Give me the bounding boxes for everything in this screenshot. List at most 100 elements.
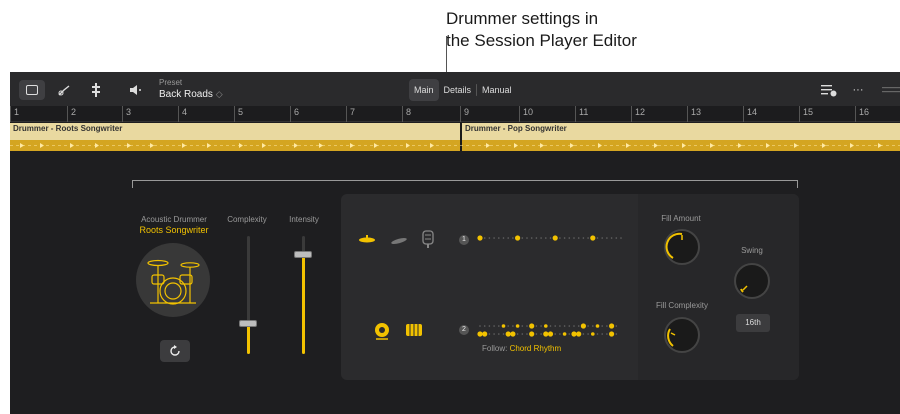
pattern-step[interactable] — [601, 325, 603, 327]
kick-snare-button[interactable] — [372, 320, 392, 345]
pattern-step[interactable] — [512, 325, 514, 327]
pattern-step[interactable] — [535, 237, 538, 239]
pattern-step[interactable] — [577, 237, 580, 239]
pattern-step[interactable] — [493, 333, 495, 335]
pattern-step[interactable] — [526, 325, 528, 327]
drum-kit-image[interactable] — [136, 243, 210, 317]
pattern-step[interactable] — [596, 237, 599, 239]
pattern-step[interactable] — [568, 333, 571, 335]
pattern-step[interactable] — [483, 237, 486, 239]
pattern-step[interactable] — [515, 324, 520, 328]
fill-amount-knob[interactable] — [664, 229, 700, 265]
pattern-step[interactable] — [521, 333, 524, 335]
pattern-step[interactable] — [592, 325, 594, 327]
pattern-step[interactable] — [568, 237, 571, 239]
pattern-step[interactable] — [615, 325, 618, 327]
pattern-step[interactable] — [601, 237, 603, 239]
preset-selector[interactable]: Back Roads ◇ — [159, 89, 223, 100]
library-view-button[interactable] — [19, 80, 45, 100]
pattern-step[interactable] — [591, 332, 595, 336]
intensity-slider-knob[interactable] — [294, 250, 312, 258]
pattern-step[interactable] — [529, 323, 535, 329]
pattern-step[interactable] — [609, 323, 615, 329]
pattern-step[interactable] — [606, 237, 608, 239]
pattern-step[interactable] — [595, 324, 600, 328]
pattern-step[interactable] — [505, 331, 511, 337]
menu-button[interactable] — [878, 80, 900, 100]
timeline-ruler[interactable]: 1 2 3 4 5 6 7 8 9 10 11 12 13 14 15 16 — [10, 106, 900, 122]
tab-manual[interactable]: Manual — [477, 79, 517, 101]
pattern-step[interactable] — [521, 325, 524, 327]
pattern-step[interactable] — [606, 325, 608, 327]
pattern-step[interactable] — [498, 325, 500, 327]
drummer-name[interactable]: Roots Songwriter — [128, 225, 220, 235]
smart-controls-button[interactable] — [54, 80, 76, 100]
pattern-step[interactable] — [488, 237, 491, 239]
pattern-step[interactable] — [615, 237, 618, 239]
pattern-step[interactable] — [479, 325, 481, 327]
more-button[interactable]: ··· — [848, 80, 868, 100]
tambourine-button[interactable] — [422, 230, 434, 253]
pattern-step[interactable] — [568, 325, 571, 327]
pattern-step[interactable] — [573, 237, 575, 239]
pattern-step[interactable] — [563, 237, 566, 239]
pattern-step[interactable] — [549, 237, 552, 239]
pattern-step[interactable] — [596, 333, 599, 335]
pattern-step[interactable] — [587, 237, 589, 239]
pattern-step[interactable] — [529, 331, 535, 337]
pattern-step[interactable] — [515, 235, 521, 241]
pattern-step[interactable] — [510, 331, 516, 337]
pattern-step[interactable] — [535, 333, 538, 335]
pattern-step[interactable] — [526, 237, 528, 239]
pattern-step[interactable] — [488, 333, 491, 335]
settings-button[interactable] — [818, 80, 840, 100]
pattern-step[interactable] — [620, 237, 622, 239]
pattern-step[interactable] — [559, 237, 561, 239]
pattern-step[interactable] — [540, 333, 542, 335]
pattern-step[interactable] — [610, 237, 613, 239]
swing-resolution-button[interactable]: 16th — [736, 314, 770, 332]
pattern-step[interactable] — [601, 333, 603, 335]
pattern-step[interactable] — [507, 237, 509, 239]
pattern-step[interactable] — [559, 333, 561, 335]
snare-button[interactable] — [405, 322, 423, 343]
pattern-step[interactable] — [562, 332, 567, 336]
pattern-step[interactable] — [615, 333, 618, 335]
pattern-step[interactable] — [482, 331, 488, 337]
score-button[interactable] — [86, 80, 106, 100]
pattern-step[interactable] — [544, 324, 548, 328]
pattern-step[interactable] — [477, 331, 483, 337]
pattern-step[interactable] — [540, 237, 542, 239]
pattern-step[interactable] — [582, 237, 585, 239]
pattern-step[interactable] — [580, 323, 586, 329]
pattern-step[interactable] — [501, 324, 506, 328]
fill-complexity-knob[interactable] — [664, 317, 700, 353]
pattern-step[interactable] — [507, 325, 509, 327]
pattern-step[interactable] — [606, 333, 608, 335]
pattern-step[interactable] — [535, 325, 538, 327]
row-2-pattern[interactable] — [476, 320, 628, 342]
pattern-step[interactable] — [573, 325, 575, 327]
pattern-step[interactable] — [609, 331, 615, 337]
pattern-step[interactable] — [493, 325, 495, 327]
pattern-step[interactable] — [530, 237, 533, 239]
speaker-button[interactable] — [126, 80, 144, 100]
pattern-step[interactable] — [571, 331, 577, 337]
pattern-step[interactable] — [477, 235, 483, 241]
pattern-step[interactable] — [516, 333, 519, 335]
pattern-step[interactable] — [521, 237, 524, 239]
pattern-step[interactable] — [502, 237, 505, 239]
swing-knob[interactable] — [734, 263, 770, 299]
cymbal-button[interactable] — [358, 233, 376, 252]
pattern-step[interactable] — [493, 237, 495, 239]
pattern-step[interactable] — [498, 333, 500, 335]
pattern-step[interactable] — [554, 325, 556, 327]
pattern-step[interactable] — [587, 333, 589, 335]
pattern-step[interactable] — [549, 325, 552, 327]
region-roots-songwriter[interactable]: Drummer - Roots Songwriter — [10, 123, 460, 140]
pattern-step[interactable] — [502, 333, 505, 335]
pattern-step[interactable] — [512, 237, 514, 239]
pattern-step[interactable] — [587, 325, 589, 327]
pattern-step[interactable] — [547, 331, 554, 337]
pattern-step[interactable] — [483, 325, 486, 327]
